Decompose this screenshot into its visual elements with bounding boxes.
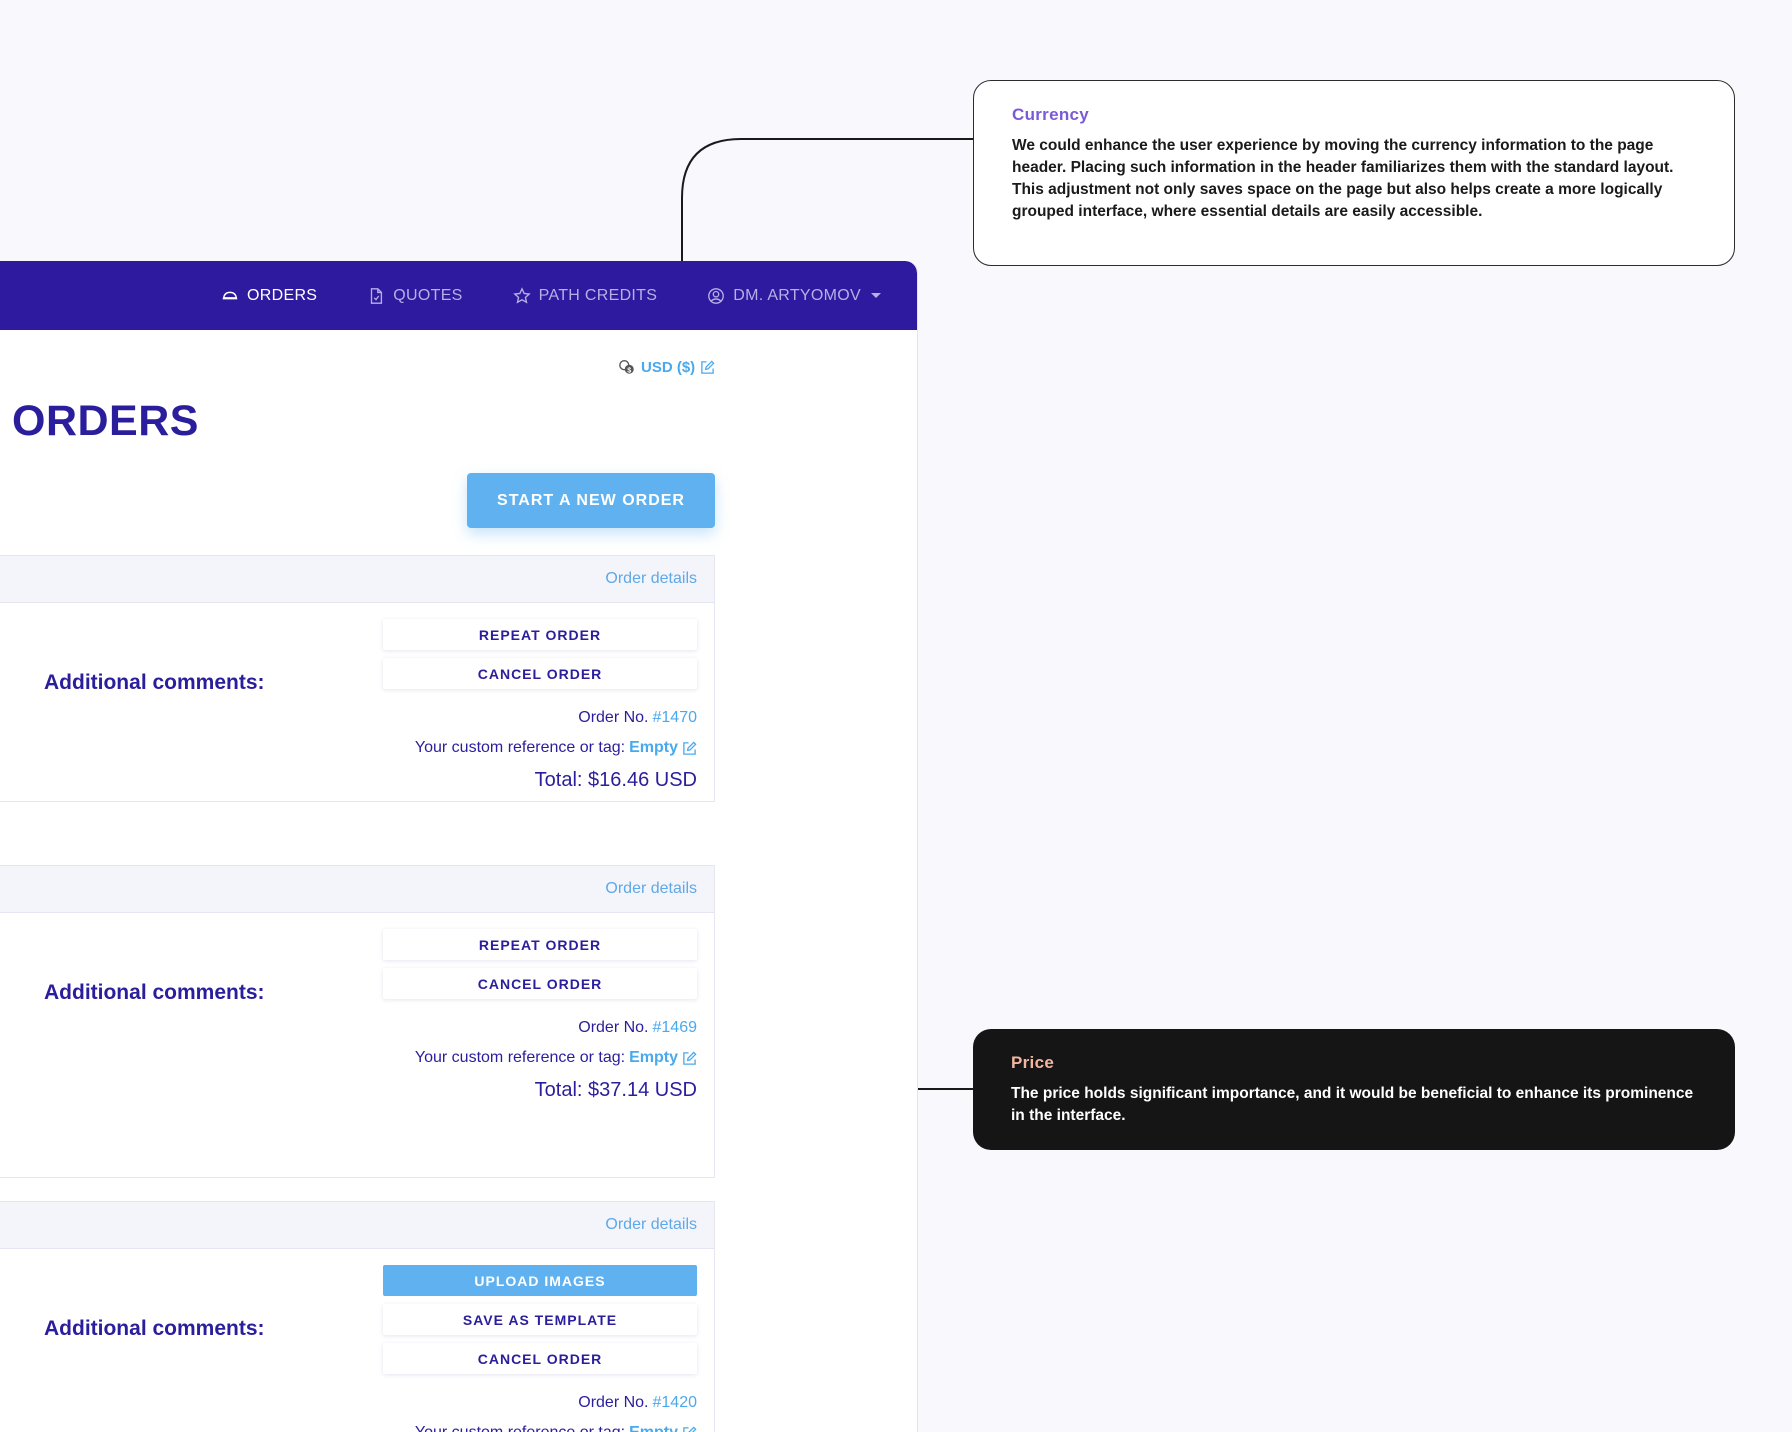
custom-reference-label: Your custom reference or tag: — [414, 739, 626, 756]
edit-icon[interactable] — [682, 740, 697, 756]
custom-reference: Your custom reference or tag: Empty — [415, 739, 697, 757]
nav-item-quotes[interactable]: QUOTES — [367, 287, 462, 305]
currency-connector — [681, 138, 973, 261]
order-details-link[interactable]: Order details — [605, 880, 697, 898]
order-number-label: Order No. — [578, 1394, 649, 1411]
nav-item-user-menu[interactable]: DM. ARTYOMOV — [707, 287, 881, 305]
custom-reference-value[interactable]: Empty — [629, 1424, 678, 1432]
order-number: Order No. #1469 — [578, 1019, 697, 1037]
order-card: Order details Additional comments: REPEA… — [0, 555, 715, 802]
custom-reference-label: Your custom reference or tag: — [414, 1049, 626, 1066]
nav-item-label: QUOTES — [393, 286, 463, 304]
order-number: Order No. #1420 — [578, 1394, 697, 1412]
user-circle-icon — [708, 287, 725, 304]
coins-icon: $ — [619, 360, 634, 374]
repeat-order-button[interactable]: REPEAT ORDER — [383, 619, 697, 650]
custom-reference-label: Your custom reference or tag: — [415, 1424, 625, 1432]
order-details-link[interactable]: Order details — [605, 1216, 697, 1234]
annotation-title: Price — [1011, 1053, 1055, 1072]
cart-icon — [222, 291, 238, 299]
edit-icon[interactable] — [682, 1050, 697, 1066]
cancel-order-button[interactable]: CANCEL ORDER — [383, 968, 697, 999]
custom-reference: Your custom reference or tag: Empty — [415, 1424, 697, 1432]
nav-item-label: ORDERS — [247, 286, 318, 304]
page-title: ORDERS — [12, 397, 199, 445]
order-number-label: Order No. — [578, 1019, 649, 1036]
document-icon — [371, 287, 383, 304]
additional-comments-label: Additional comments: — [44, 1317, 265, 1340]
order-number-link[interactable]: #1470 — [653, 709, 698, 727]
price-annotation: Price The price holds significant import… — [973, 1029, 1735, 1150]
custom-reference-value[interactable]: Empty — [629, 1049, 678, 1067]
order-number: Order No. #1470 — [578, 709, 697, 727]
order-number-label: Order No. — [578, 709, 649, 726]
currency-label: USD ($) — [641, 358, 696, 376]
annotation-body: The price holds significant importance, … — [1011, 1085, 1694, 1124]
chevron-down-icon — [871, 293, 881, 298]
top-navbar: ORDERS QUOTES PATH CREDITS DM. ARTYOMOV — [0, 261, 917, 330]
currency-annotation: Currency We could enhance the user exper… — [973, 80, 1735, 266]
order-number-link[interactable]: #1420 — [653, 1394, 698, 1412]
order-card: Order details Additional comments: REPEA… — [0, 865, 715, 1178]
nav-item-label: DM. ARTYOMOV — [733, 286, 861, 304]
cancel-order-button[interactable]: CANCEL ORDER — [383, 658, 697, 689]
order-details-link[interactable]: Order details — [605, 570, 697, 588]
annotation-body: We could enhance the user experience by … — [1012, 137, 1674, 220]
additional-comments-label: Additional comments: — [44, 671, 265, 694]
star-icon — [512, 286, 531, 304]
currency-selector[interactable]: $ USD ($) — [618, 358, 715, 376]
order-total: Total: $16.46 USD — [534, 769, 697, 791]
order-card-header: Order details — [0, 866, 714, 913]
upload-images-button[interactable]: UPLOAD IMAGES — [383, 1265, 697, 1296]
svg-text:$: $ — [627, 365, 631, 374]
nav-item-label: PATH CREDITS — [538, 286, 658, 304]
start-new-order-button[interactable]: START A NEW ORDER — [467, 473, 715, 528]
order-card-header: Order details — [0, 1202, 714, 1249]
order-card: Order details Additional comments: UPLOA… — [0, 1201, 715, 1432]
repeat-order-button[interactable]: REPEAT ORDER — [383, 929, 697, 960]
order-total: Total: $37.14 USD — [534, 1079, 697, 1101]
additional-comments-label: Additional comments: — [44, 981, 265, 1004]
order-card-header: Order details — [0, 556, 714, 603]
edit-icon[interactable] — [700, 359, 715, 375]
cancel-order-button[interactable]: CANCEL ORDER — [383, 1343, 697, 1374]
nav-item-orders[interactable]: ORDERS — [221, 287, 317, 305]
save-as-template-button[interactable]: SAVE AS TEMPLATE — [383, 1304, 697, 1335]
nav-item-path-credits[interactable]: PATH CREDITS — [512, 286, 658, 305]
annotation-title: Currency — [1012, 105, 1090, 124]
edit-icon[interactable] — [682, 1425, 697, 1432]
app-window: ORDERS QUOTES PATH CREDITS DM. ARTYOMOV — [0, 261, 918, 1432]
order-number-link[interactable]: #1469 — [653, 1019, 698, 1037]
custom-reference-value[interactable]: Empty — [629, 739, 678, 757]
custom-reference: Your custom reference or tag: Empty — [415, 1049, 697, 1067]
